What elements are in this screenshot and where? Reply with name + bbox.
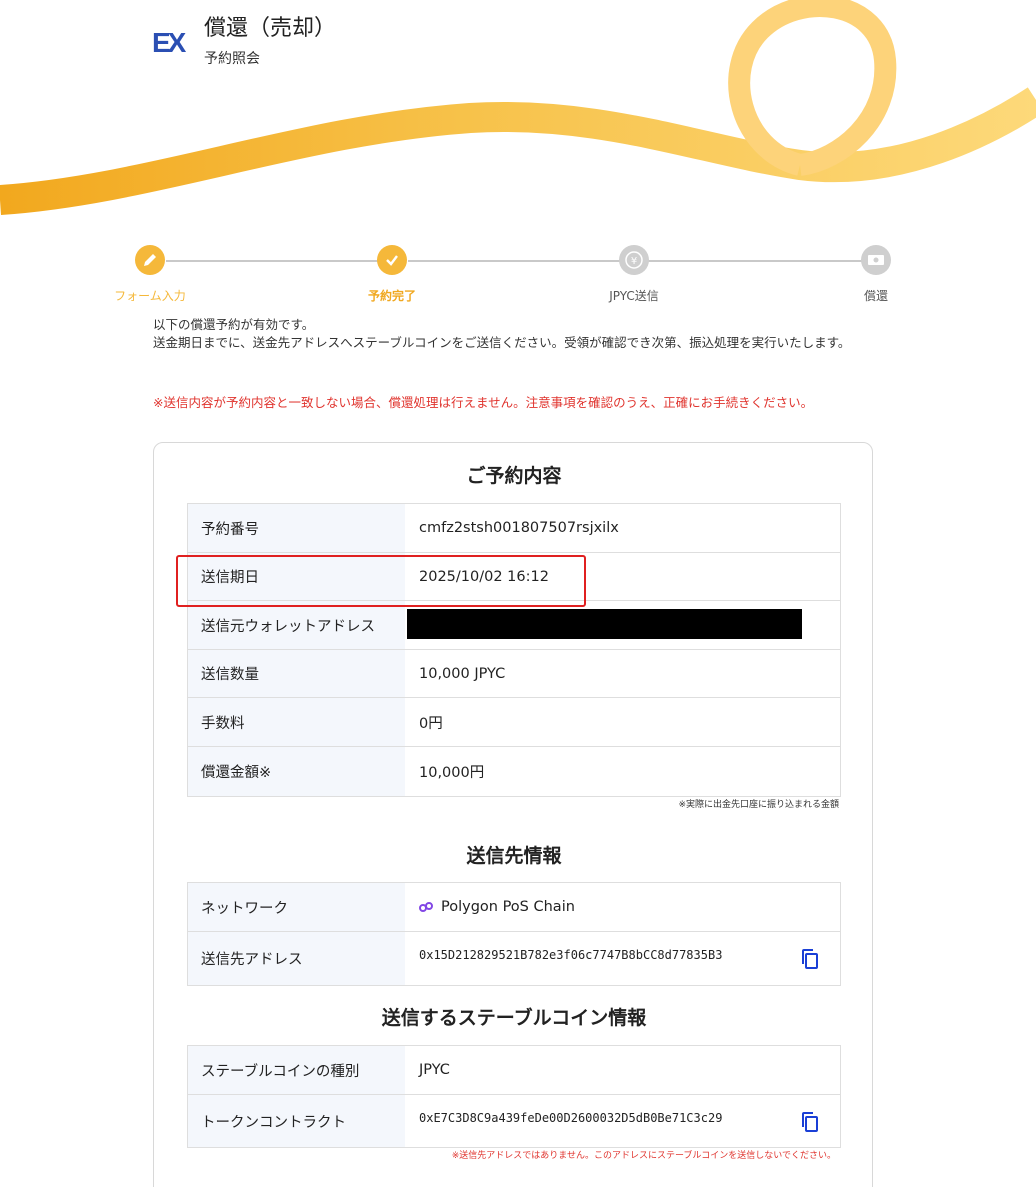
step-reservation-complete: 予約完了	[332, 244, 452, 304]
check-icon	[377, 245, 407, 275]
destination-address: 0x15D212829521B782e3f06c7747B8bCC8d77835…	[405, 932, 840, 985]
page-title: 償還（売却）	[204, 16, 337, 41]
table-row: ネットワーク Polygon PoS Chain	[188, 883, 840, 932]
polygon-icon	[419, 901, 433, 913]
page-header: EX 償還（売却） 予約照会	[152, 14, 336, 68]
step-form-input: フォーム入力	[90, 244, 210, 304]
step-jpyc-send: ¥ JPYC送信	[574, 244, 694, 304]
row-label: ステーブルコインの種別	[188, 1046, 405, 1094]
table-row: 償還金額※ 10,000円	[188, 747, 840, 796]
destination-table: ネットワーク Polygon PoS Chain 送信先アドレス 0x15D21…	[187, 882, 841, 986]
reservation-table: 予約番号 cmfz2stsh001807507rsjxilx 送信期日 2025…	[187, 503, 841, 797]
network-value: Polygon PoS Chain	[405, 883, 840, 931]
yen-coin-icon: ¥	[619, 245, 649, 275]
step-label: フォーム入力	[114, 289, 186, 303]
source-wallet-address	[405, 601, 840, 649]
progress-stepper: フォーム入力 予約完了 ¥ JPYC送信 償還	[110, 244, 910, 304]
cash-icon	[861, 245, 891, 275]
table-row: 送信数量 10,000 JPYC	[188, 650, 840, 698]
table-row: ステーブルコインの種別 JPYC	[188, 1046, 840, 1095]
row-label: 送信元ウォレットアドレス	[188, 601, 405, 649]
reservation-title: ご予約内容	[466, 465, 562, 487]
highlight-box	[176, 555, 586, 607]
token-contract-value: 0xE7C3D8C9a439feDe00D2600032D5dB0Be71C3c…	[419, 1111, 723, 1125]
row-label: 手数料	[188, 698, 405, 746]
row-label: 送信先アドレス	[188, 932, 405, 985]
stablecoin-type: JPYC	[419, 1062, 450, 1078]
step-label: JPYC送信	[609, 289, 659, 303]
contract-note: ※送信先アドレスではありません。このアドレスにステーブルコインを送信しないでくだ…	[451, 1151, 836, 1161]
reservation-card: ご予約内容 予約番号 cmfz2stsh001807507rsjxilx 送信期…	[153, 442, 873, 1187]
pencil-icon	[135, 245, 165, 275]
intro-line-2: 送金期日までに、送金先アドレスへステーブルコインをご送信ください。受領が確認でき…	[153, 335, 851, 350]
row-label: 予約番号	[188, 504, 405, 552]
step-label: 予約完了	[367, 289, 416, 303]
row-label: 送信数量	[188, 650, 405, 697]
row-label: トークンコントラクト	[188, 1095, 405, 1147]
amount-note: ※実際に出金先口座に振り込まれる金額	[678, 800, 839, 810]
table-row: トークンコントラクト 0xE7C3D8C9a439feDe00D2600032D…	[188, 1095, 840, 1147]
step-redemption: 償還	[816, 244, 936, 304]
redaction-block	[407, 609, 802, 639]
table-row: 予約番号 cmfz2stsh001807507rsjxilx	[188, 504, 840, 553]
copy-icon	[802, 1112, 818, 1132]
destination-address-value: 0x15D212829521B782e3f06c7747B8bCC8d77835…	[419, 948, 723, 962]
table-row: 手数料 0円	[188, 698, 840, 747]
redemption-amount: 10,000円	[419, 765, 485, 781]
send-quantity: 10,000 JPYC	[419, 665, 506, 682]
intro-text: 以下の償還予約が有効です。 送金期日までに、送金先アドレスへステーブルコインをご…	[153, 316, 863, 352]
warning-text: ※送信内容が予約内容と一致しない場合、償還処理は行えません。注意事項を確認のうえ…	[153, 395, 814, 410]
table-row: 送信元ウォレットアドレス	[188, 601, 840, 650]
table-row: 送信先アドレス 0x15D212829521B782e3f06c7747B8bC…	[188, 932, 840, 985]
logo-text: EX	[152, 27, 186, 58]
copy-address-button[interactable]	[800, 948, 820, 970]
stablecoin-title: 送信するステーブルコイン情報	[381, 1007, 647, 1029]
destination-title: 送信先情報	[466, 845, 562, 867]
step-label: 償還	[863, 289, 888, 303]
page-subtitle: 予約照会	[204, 51, 260, 67]
reservation-number: cmfz2stsh001807507rsjxilx	[419, 520, 619, 536]
copy-icon	[802, 949, 818, 969]
fee-value: 0円	[419, 715, 443, 732]
svg-text:¥: ¥	[631, 256, 637, 267]
network-name: Polygon PoS Chain	[441, 899, 575, 915]
intro-line-1: 以下の償還予約が有効です。	[153, 317, 315, 332]
ex-logo: EX	[152, 28, 194, 58]
token-contract: 0xE7C3D8C9a439feDe00D2600032D5dB0Be71C3c…	[405, 1095, 840, 1147]
row-label: 償還金額※	[188, 747, 405, 796]
row-label: ネットワーク	[188, 883, 405, 931]
copy-contract-button[interactable]	[800, 1111, 820, 1133]
stablecoin-table: ステーブルコインの種別 JPYC トークンコントラクト 0xE7C3D8C9a4…	[187, 1045, 841, 1148]
